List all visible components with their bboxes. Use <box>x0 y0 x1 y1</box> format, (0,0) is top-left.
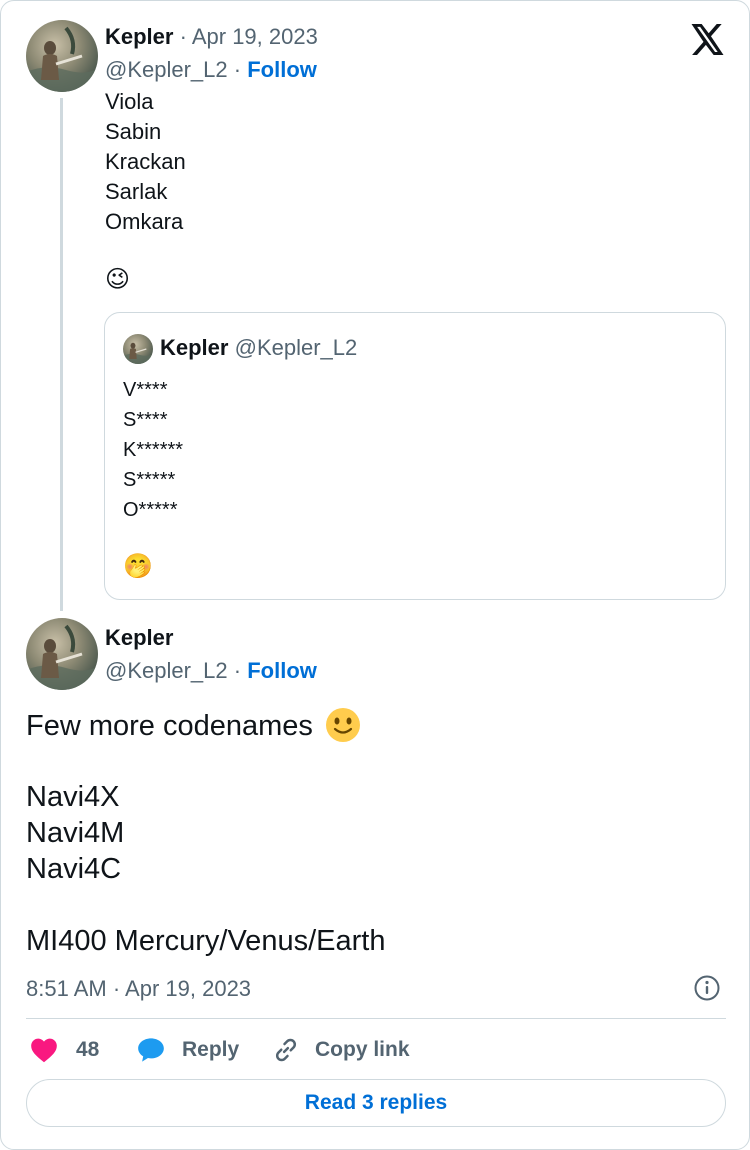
quoted-author-name: Kepler <box>160 335 229 360</box>
read-replies-button[interactable]: Read 3 replies <box>26 1079 726 1127</box>
text-line: O***** <box>123 499 178 521</box>
main-tweet-text: Few more codenames Navi4X Navi4M Navi4C … <box>26 707 385 959</box>
quoted-author-avatar <box>123 334 153 364</box>
text-line: Navi4C <box>26 853 122 885</box>
tweet-embed-card: Kepler · Apr 19, 2023 @Kepler_L2 · Follo… <box>0 0 750 1150</box>
text-line: Few more codenames <box>26 707 385 743</box>
speech-bubble-icon <box>138 1038 164 1062</box>
copy-link-label: Copy link <box>315 1038 410 1061</box>
x-logo-icon[interactable] <box>691 24 725 55</box>
text-line: Navi4X <box>26 781 120 813</box>
wink-emoji: 😉 <box>105 266 131 293</box>
thread-connector-line <box>60 98 63 611</box>
text-line: Krackan <box>105 149 186 174</box>
author-avatar[interactable] <box>26 618 98 690</box>
text-line: V**** <box>123 379 168 401</box>
link-icon <box>275 1038 297 1062</box>
hand-over-mouth-emoji: 🤭 <box>123 553 153 580</box>
reply-label: Reply <box>182 1038 240 1061</box>
like-count: 48 <box>76 1038 100 1061</box>
author-name[interactable]: Kepler <box>105 24 173 49</box>
read-replies-label: Read 3 replies <box>304 1091 448 1114</box>
author-handle[interactable]: @Kepler_L2 <box>105 658 228 683</box>
author-name[interactable]: Kepler <box>105 625 173 650</box>
quoted-tweet-text: V**** S**** K****** S***** O***** <box>123 375 183 525</box>
follow-button[interactable]: Follow <box>247 658 317 683</box>
quoted-tweet[interactable]: Kepler @Kepler_L2 V**** S**** K****** S*… <box>104 312 726 600</box>
smiling-face-icon <box>325 708 360 742</box>
quoted-tweet-header: Kepler @Kepler_L2 <box>160 334 357 362</box>
text-line: Viola <box>105 89 154 114</box>
text-line: Sarlak <box>105 179 168 204</box>
header-separator: · <box>179 24 187 49</box>
main-tweet-handle-row: @Kepler_L2 · Follow <box>105 657 317 685</box>
like-button[interactable]: 48 <box>30 1033 99 1067</box>
text-line: K****** <box>123 439 184 461</box>
parent-tweet-header: Kepler · Apr 19, 2023 <box>105 23 318 51</box>
parent-tweet-handle-row: @Kepler_L2 · Follow <box>105 56 317 84</box>
text-line: Navi4M <box>26 817 125 849</box>
main-tweet-header: Kepler <box>105 624 173 652</box>
handle-separator: · <box>233 658 242 683</box>
quoted-author-handle: @Kepler_L2 <box>234 335 358 360</box>
text-line: MI400 Mercury/Venus/Earth <box>26 925 386 957</box>
copy-link-button[interactable]: Copy link <box>271 1033 410 1067</box>
follow-button[interactable]: Follow <box>247 57 317 82</box>
author-avatar[interactable] <box>26 20 98 92</box>
parent-tweet-text: Viola Sabin Krackan Sarlak Omkara <box>105 87 186 237</box>
handle-separator: · <box>233 57 242 82</box>
text-line: S**** <box>123 409 168 431</box>
heart-icon <box>31 1038 57 1063</box>
info-icon[interactable] <box>693 974 721 1002</box>
reply-button[interactable]: Reply <box>137 1033 239 1067</box>
text-line: Omkara <box>105 209 184 234</box>
text-line-content: Few more codenames <box>26 710 313 742</box>
text-line: Sabin <box>105 119 162 144</box>
tweet-date[interactable]: Apr 19, 2023 <box>192 24 318 49</box>
text-line: S***** <box>123 469 176 491</box>
author-handle[interactable]: @Kepler_L2 <box>105 57 228 82</box>
divider <box>26 1018 726 1019</box>
tweet-timestamp[interactable]: 8:51 AM · Apr 19, 2023 <box>26 974 251 1004</box>
